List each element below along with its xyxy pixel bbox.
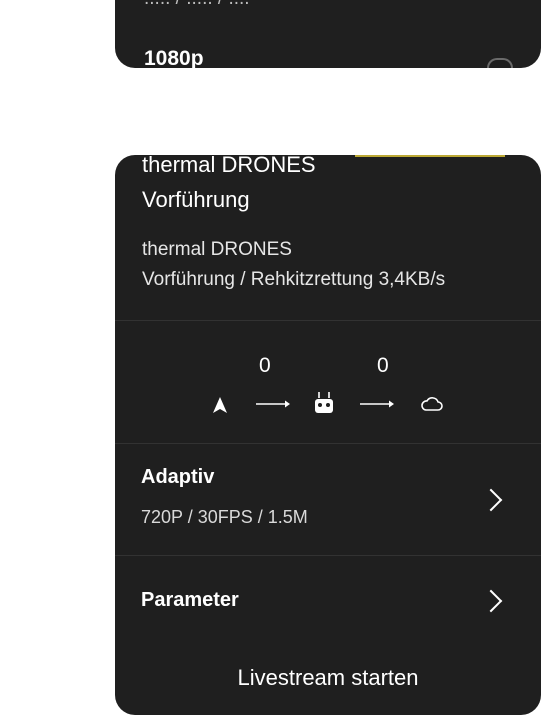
arrow-right-icon — [256, 400, 290, 408]
parameter-row[interactable]: Parameter — [115, 556, 541, 646]
previous-card-cut-text: ..... / ..... / .... — [144, 0, 250, 10]
cloud-icon — [421, 397, 443, 411]
divider — [115, 320, 541, 321]
stream-title-line2: Vorführung — [142, 187, 250, 212]
accent-line — [355, 155, 505, 157]
chevron-right-icon — [479, 589, 503, 613]
arrow-right-icon — [360, 400, 394, 408]
parameter-label: Parameter — [141, 589, 239, 611]
quality-row[interactable]: Adaptiv 720P / 30FPS / 1.5M — [115, 444, 541, 555]
navigation-arrow-icon — [213, 397, 227, 413]
remote-controller-icon — [315, 392, 333, 413]
quality-label: Adaptiv — [141, 466, 215, 488]
chevron-right-icon — [479, 488, 503, 512]
remote-count: 0 — [377, 354, 389, 377]
stream-title-line1: thermal DRONES — [142, 155, 316, 177]
previous-stream-card: ..... / ..... / .... 1080p — [115, 0, 541, 68]
start-livestream-button[interactable]: Livestream starten — [115, 665, 541, 691]
stream-subtitle-line1: thermal DRONES — [142, 239, 292, 260]
livestream-card: thermal DRONES Vorführung thermal DRONES… — [115, 155, 541, 715]
settings-icon[interactable] — [487, 58, 513, 68]
quality-value: 720P / 30FPS / 1.5M — [141, 507, 308, 527]
resolution-label: 1080p — [144, 47, 204, 68]
drone-count: 0 — [259, 354, 271, 377]
stream-subtitle-line2: Vorführung / Rehkitzrettung 3,4KB/s — [142, 269, 446, 290]
